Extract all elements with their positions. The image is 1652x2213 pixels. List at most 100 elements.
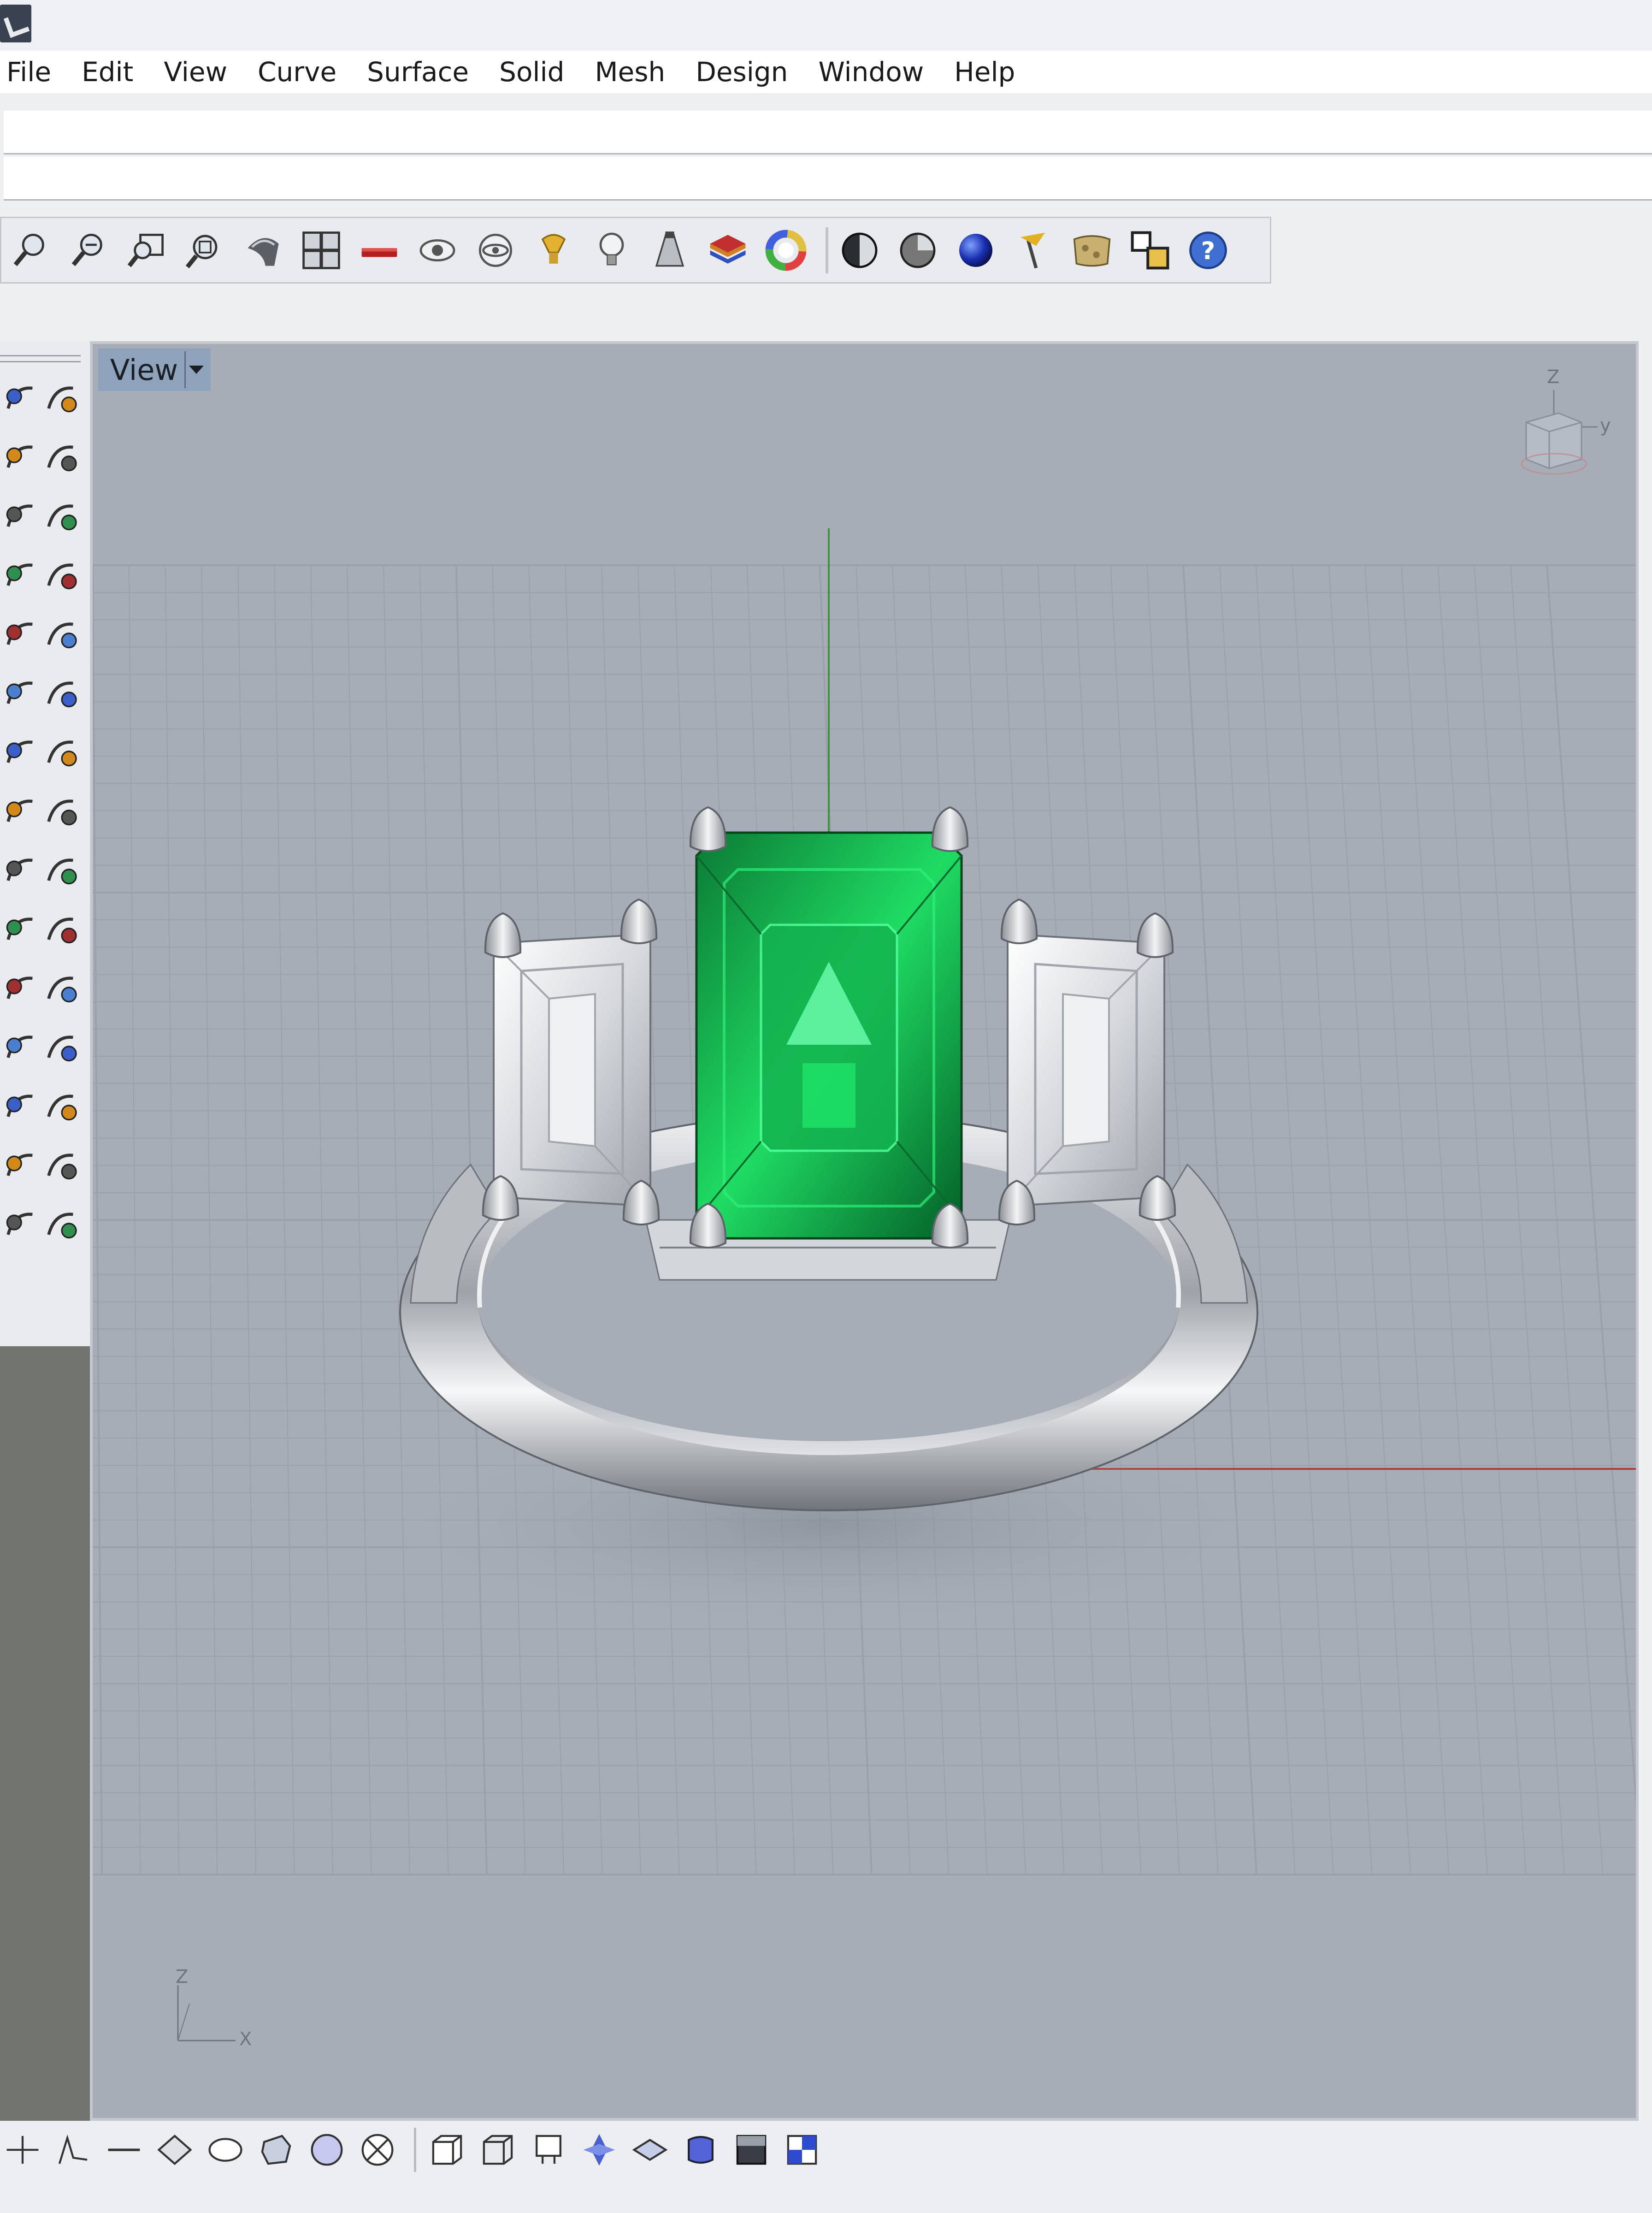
snap-tool-button[interactable] — [729, 2127, 774, 2173]
help-icon: ? — [1189, 231, 1227, 269]
palette-tool-button[interactable] — [0, 552, 41, 598]
palette-tool-button[interactable] — [41, 670, 81, 716]
tool-row — [0, 605, 85, 664]
render-mode-button[interactable] — [238, 225, 288, 275]
snap-tool-button[interactable] — [254, 2127, 299, 2173]
palette-tool-button[interactable] — [0, 670, 41, 716]
named-views-button[interactable] — [1009, 225, 1059, 275]
point-light-button[interactable] — [587, 225, 637, 275]
layers-button[interactable] — [703, 225, 753, 275]
menu-solid[interactable]: Solid — [499, 51, 564, 93]
palette-tool-button[interactable] — [0, 493, 41, 539]
perspective-viewport[interactable]: Z y Z X View — [90, 341, 1639, 2121]
menu-surface[interactable]: Surface — [367, 51, 469, 93]
menu-design[interactable]: Design — [696, 51, 788, 93]
snap-tool-button[interactable] — [0, 2127, 45, 2173]
palette-tool-button[interactable] — [41, 729, 81, 775]
ghosted-display-button[interactable] — [893, 225, 943, 275]
ruler-button[interactable] — [354, 225, 404, 275]
snap-tool-icon — [483, 2135, 513, 2165]
command-history-field[interactable] — [4, 111, 1652, 153]
show-objects-button[interactable] — [471, 225, 520, 275]
spotlight-button[interactable] — [529, 225, 578, 275]
material-button[interactable] — [1067, 225, 1117, 275]
menu-view[interactable]: View — [164, 51, 227, 93]
snap-tool-button[interactable] — [779, 2127, 825, 2173]
palette-tool-button[interactable] — [0, 729, 41, 775]
snap-tool-button[interactable] — [425, 2127, 470, 2173]
shaded-icon — [842, 232, 878, 268]
show-icon — [479, 233, 512, 267]
snap-tool-button[interactable] — [627, 2127, 673, 2173]
left-tools — [0, 369, 85, 1254]
palette-tool-button[interactable] — [41, 1142, 81, 1189]
snap-tool-button[interactable] — [355, 2127, 400, 2173]
snap-tool-icon — [108, 2148, 140, 2151]
color-wheel-button[interactable] — [761, 225, 811, 275]
menu-help[interactable]: Help — [954, 51, 1015, 93]
zoom-window-button[interactable] — [122, 225, 172, 275]
hide-objects-button[interactable] — [413, 225, 462, 275]
menu-window[interactable]: Window — [818, 51, 924, 93]
palette-tool-button[interactable] — [0, 1201, 41, 1248]
palette-tool-button[interactable] — [41, 1083, 81, 1130]
snap-tool-button[interactable] — [475, 2127, 520, 2173]
viewport-menu-dropdown[interactable] — [184, 351, 207, 388]
palette-tool-button[interactable] — [41, 1024, 81, 1071]
menu-file[interactable]: File — [6, 51, 51, 93]
snap-tool-button[interactable] — [152, 2127, 197, 2173]
rendered-display-button[interactable] — [951, 225, 1001, 275]
zoom-extents-button[interactable] — [180, 225, 230, 275]
palette-tool-button[interactable] — [0, 965, 41, 1012]
command-input[interactable] — [4, 157, 1652, 199]
zoom-out-button[interactable] — [64, 225, 114, 275]
palette-tool-button[interactable] — [0, 1083, 41, 1130]
palette-tool-button[interactable] — [41, 552, 81, 598]
directional-light-button[interactable] — [645, 225, 695, 275]
menu-edit[interactable]: Edit — [82, 51, 133, 93]
palette-tool-button[interactable] — [0, 847, 41, 893]
navigation-cube[interactable]: Z y — [1521, 367, 1611, 475]
four-viewports-button[interactable] — [296, 225, 346, 275]
status-separator — [414, 2127, 416, 2172]
zoom-button[interactable] — [6, 225, 56, 275]
snap-tool-button[interactable] — [577, 2127, 622, 2173]
snap-tool-button[interactable] — [203, 2127, 248, 2173]
snap-tool-button[interactable] — [304, 2127, 349, 2173]
palette-tool-button[interactable] — [0, 434, 41, 480]
palette-tool-button[interactable] — [0, 788, 41, 834]
app-logo-icon[interactable] — [0, 5, 31, 42]
menu-curve[interactable]: Curve — [258, 51, 336, 93]
palette-tool-button[interactable] — [41, 906, 81, 953]
palette-tool-button[interactable] — [41, 1201, 81, 1248]
snap-tool-button[interactable] — [526, 2127, 571, 2173]
left-diamond[interactable] — [493, 933, 651, 1207]
menu-mesh[interactable]: Mesh — [595, 51, 665, 93]
palette-tool-button[interactable] — [0, 1142, 41, 1189]
help-button[interactable]: ? — [1183, 225, 1233, 275]
right-diamond[interactable] — [1007, 933, 1165, 1207]
palette-tool-button[interactable] — [41, 611, 81, 657]
palette-tool-button[interactable] — [0, 611, 41, 657]
snap-tool-button[interactable] — [101, 2127, 147, 2173]
snap-tool-button[interactable] — [678, 2127, 723, 2173]
viewport-canvas[interactable]: Z y Z X — [93, 344, 1639, 2121]
command-prompt[interactable] — [4, 157, 1652, 201]
palette-grip[interactable] — [0, 355, 81, 362]
properties-button[interactable] — [1125, 225, 1175, 275]
palette-tool-button[interactable] — [0, 906, 41, 953]
palette-tool-button[interactable] — [41, 375, 81, 421]
shaded-display-button[interactable] — [835, 225, 885, 275]
snap-tool-button[interactable] — [51, 2127, 96, 2173]
palette-tool-button[interactable] — [41, 965, 81, 1012]
palette-tool-button[interactable] — [41, 847, 81, 893]
viewport-tab[interactable]: View — [98, 349, 211, 391]
palette-tool-button[interactable] — [41, 493, 81, 539]
emerald-center-stone[interactable] — [695, 831, 963, 1240]
command-history[interactable] — [4, 111, 1652, 154]
palette-tool-button[interactable] — [41, 788, 81, 834]
palette-tool-button[interactable] — [0, 1024, 41, 1071]
palette-tool-button[interactable] — [0, 375, 41, 421]
svg-text:?: ? — [1201, 237, 1215, 265]
palette-tool-button[interactable] — [41, 434, 81, 480]
